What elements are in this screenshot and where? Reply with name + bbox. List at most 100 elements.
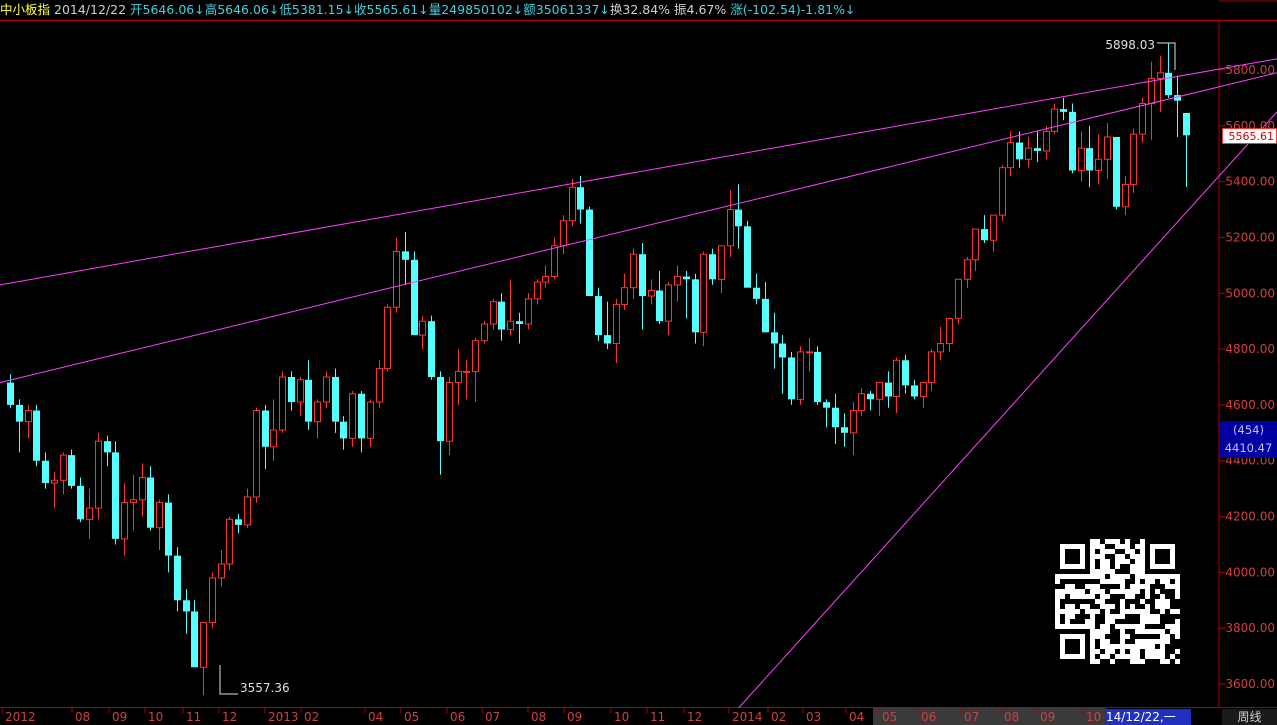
candle-body-up — [850, 409, 857, 434]
candle[interactable] — [814, 346, 821, 405]
x-tick-label: 02 — [304, 710, 319, 724]
candle-body-down — [42, 460, 49, 484]
low-annotation: 3557.36 — [240, 681, 290, 695]
candle-body-up — [534, 281, 541, 300]
candle-body-up — [209, 577, 216, 624]
y-tick-label: 4200.00 — [1225, 510, 1275, 524]
x-tick-label: 02 — [771, 710, 786, 724]
candle[interactable] — [744, 220, 751, 288]
candle-body-down — [779, 343, 786, 358]
candle[interactable] — [253, 407, 260, 503]
candle-body-down — [411, 259, 418, 336]
candle-body-up — [279, 376, 286, 431]
candle-body-down — [174, 555, 181, 601]
candle-body-down — [762, 298, 769, 333]
candle-body-up — [1043, 130, 1050, 152]
x-tick-label: 05 — [404, 710, 419, 724]
candle-body-up — [1139, 102, 1146, 135]
candle-body-up — [121, 502, 128, 540]
candle-body-down — [1034, 148, 1041, 151]
candle-body-down — [1060, 109, 1067, 112]
candle[interactable] — [112, 441, 119, 545]
candle-body-up — [95, 440, 102, 509]
candle[interactable] — [481, 321, 488, 344]
candle-body-up — [1157, 72, 1164, 79]
candle-body-up — [700, 253, 707, 333]
index-name: 中小板指 — [0, 2, 51, 17]
candle[interactable] — [1069, 103, 1076, 174]
x-tick-label: 10 — [1086, 710, 1101, 724]
candle-body-up — [507, 320, 514, 331]
x-tick-label: 08 — [1004, 710, 1019, 724]
candle-body-down — [1113, 136, 1120, 207]
y-tick-label: 5400.00 — [1225, 175, 1275, 189]
candle[interactable] — [586, 206, 593, 297]
candle-body-up — [455, 370, 462, 384]
candle[interactable] — [999, 164, 1006, 221]
candle-body-down — [7, 382, 14, 405]
x-tick-label: 12 — [687, 710, 702, 724]
candle-body-up — [419, 320, 426, 336]
candle-body-down — [656, 290, 663, 322]
candle-body-up — [200, 622, 207, 668]
candle[interactable] — [700, 251, 707, 347]
candle[interactable] — [955, 278, 962, 324]
candle-body-down — [16, 404, 23, 422]
x-tick-label: 08 — [531, 710, 546, 724]
x-tick-label: 03 — [806, 710, 821, 724]
candle[interactable] — [1130, 128, 1137, 193]
candle-body-down — [498, 301, 505, 330]
candle-body-up — [367, 401, 374, 439]
y-tick-label: 5000.00 — [1225, 286, 1275, 300]
close-value: 收5565.61↓ — [354, 2, 429, 17]
high-value: 高5646.06↓ — [204, 2, 280, 17]
candle-body-up — [621, 287, 628, 305]
candle[interactable] — [323, 371, 330, 408]
amount-value: 额35061337↓ — [523, 2, 610, 17]
candle[interactable] — [428, 315, 435, 380]
turnover-value: 换32.84% — [609, 2, 671, 17]
candle-body-up — [920, 382, 927, 398]
candle-body-down — [692, 279, 699, 333]
candle-body-up — [525, 298, 532, 325]
y-tick-label: 3600.00 — [1225, 677, 1275, 691]
candle[interactable] — [33, 404, 40, 467]
candle[interactable] — [279, 371, 286, 433]
candle-body-up — [481, 323, 488, 342]
x-tick-label: 10 — [614, 710, 629, 724]
candle[interactable] — [209, 572, 216, 629]
last-price-marker: 5565.61 — [1222, 128, 1277, 144]
candle[interactable] — [384, 304, 391, 372]
candle-body-down — [823, 402, 830, 408]
candle-body-down — [981, 229, 988, 241]
candle[interactable] — [68, 449, 75, 489]
candle-body-up — [1007, 142, 1014, 169]
cursor-price-label: 4410.47 — [1224, 441, 1273, 455]
candle-body-up — [1025, 147, 1032, 160]
candle-body-up — [1104, 136, 1111, 160]
quote-info-bar: 中小板指 2014/12/22 开5646.06↓高5646.06↓低5381.… — [0, 0, 855, 20]
candle-body-down — [753, 287, 760, 299]
candle[interactable] — [788, 351, 795, 405]
candle[interactable] — [1113, 136, 1120, 210]
candle-body-down — [709, 254, 716, 280]
candle[interactable] — [349, 390, 356, 447]
candle-body-up — [349, 393, 356, 439]
candle-body-down — [1086, 148, 1093, 171]
candle[interactable] — [95, 432, 102, 520]
x-tick-label: 12 — [222, 710, 237, 724]
x-tick-label: 2013 — [268, 710, 299, 724]
candle[interactable] — [411, 251, 418, 336]
candle-body-up — [25, 409, 32, 423]
candle[interactable] — [226, 516, 233, 570]
period-button[interactable]: 周线 — [1222, 709, 1277, 725]
candle-body-up — [130, 499, 137, 504]
candle[interactable] — [525, 293, 532, 330]
candle-body-up — [648, 289, 655, 297]
y-tick-label: 4000.00 — [1225, 565, 1275, 579]
candle-body-up — [297, 379, 304, 403]
candle[interactable] — [797, 346, 804, 405]
candle-body-up — [446, 382, 453, 442]
quote-date: 2014/12/22 — [54, 2, 127, 17]
candle-body-up — [946, 317, 953, 345]
